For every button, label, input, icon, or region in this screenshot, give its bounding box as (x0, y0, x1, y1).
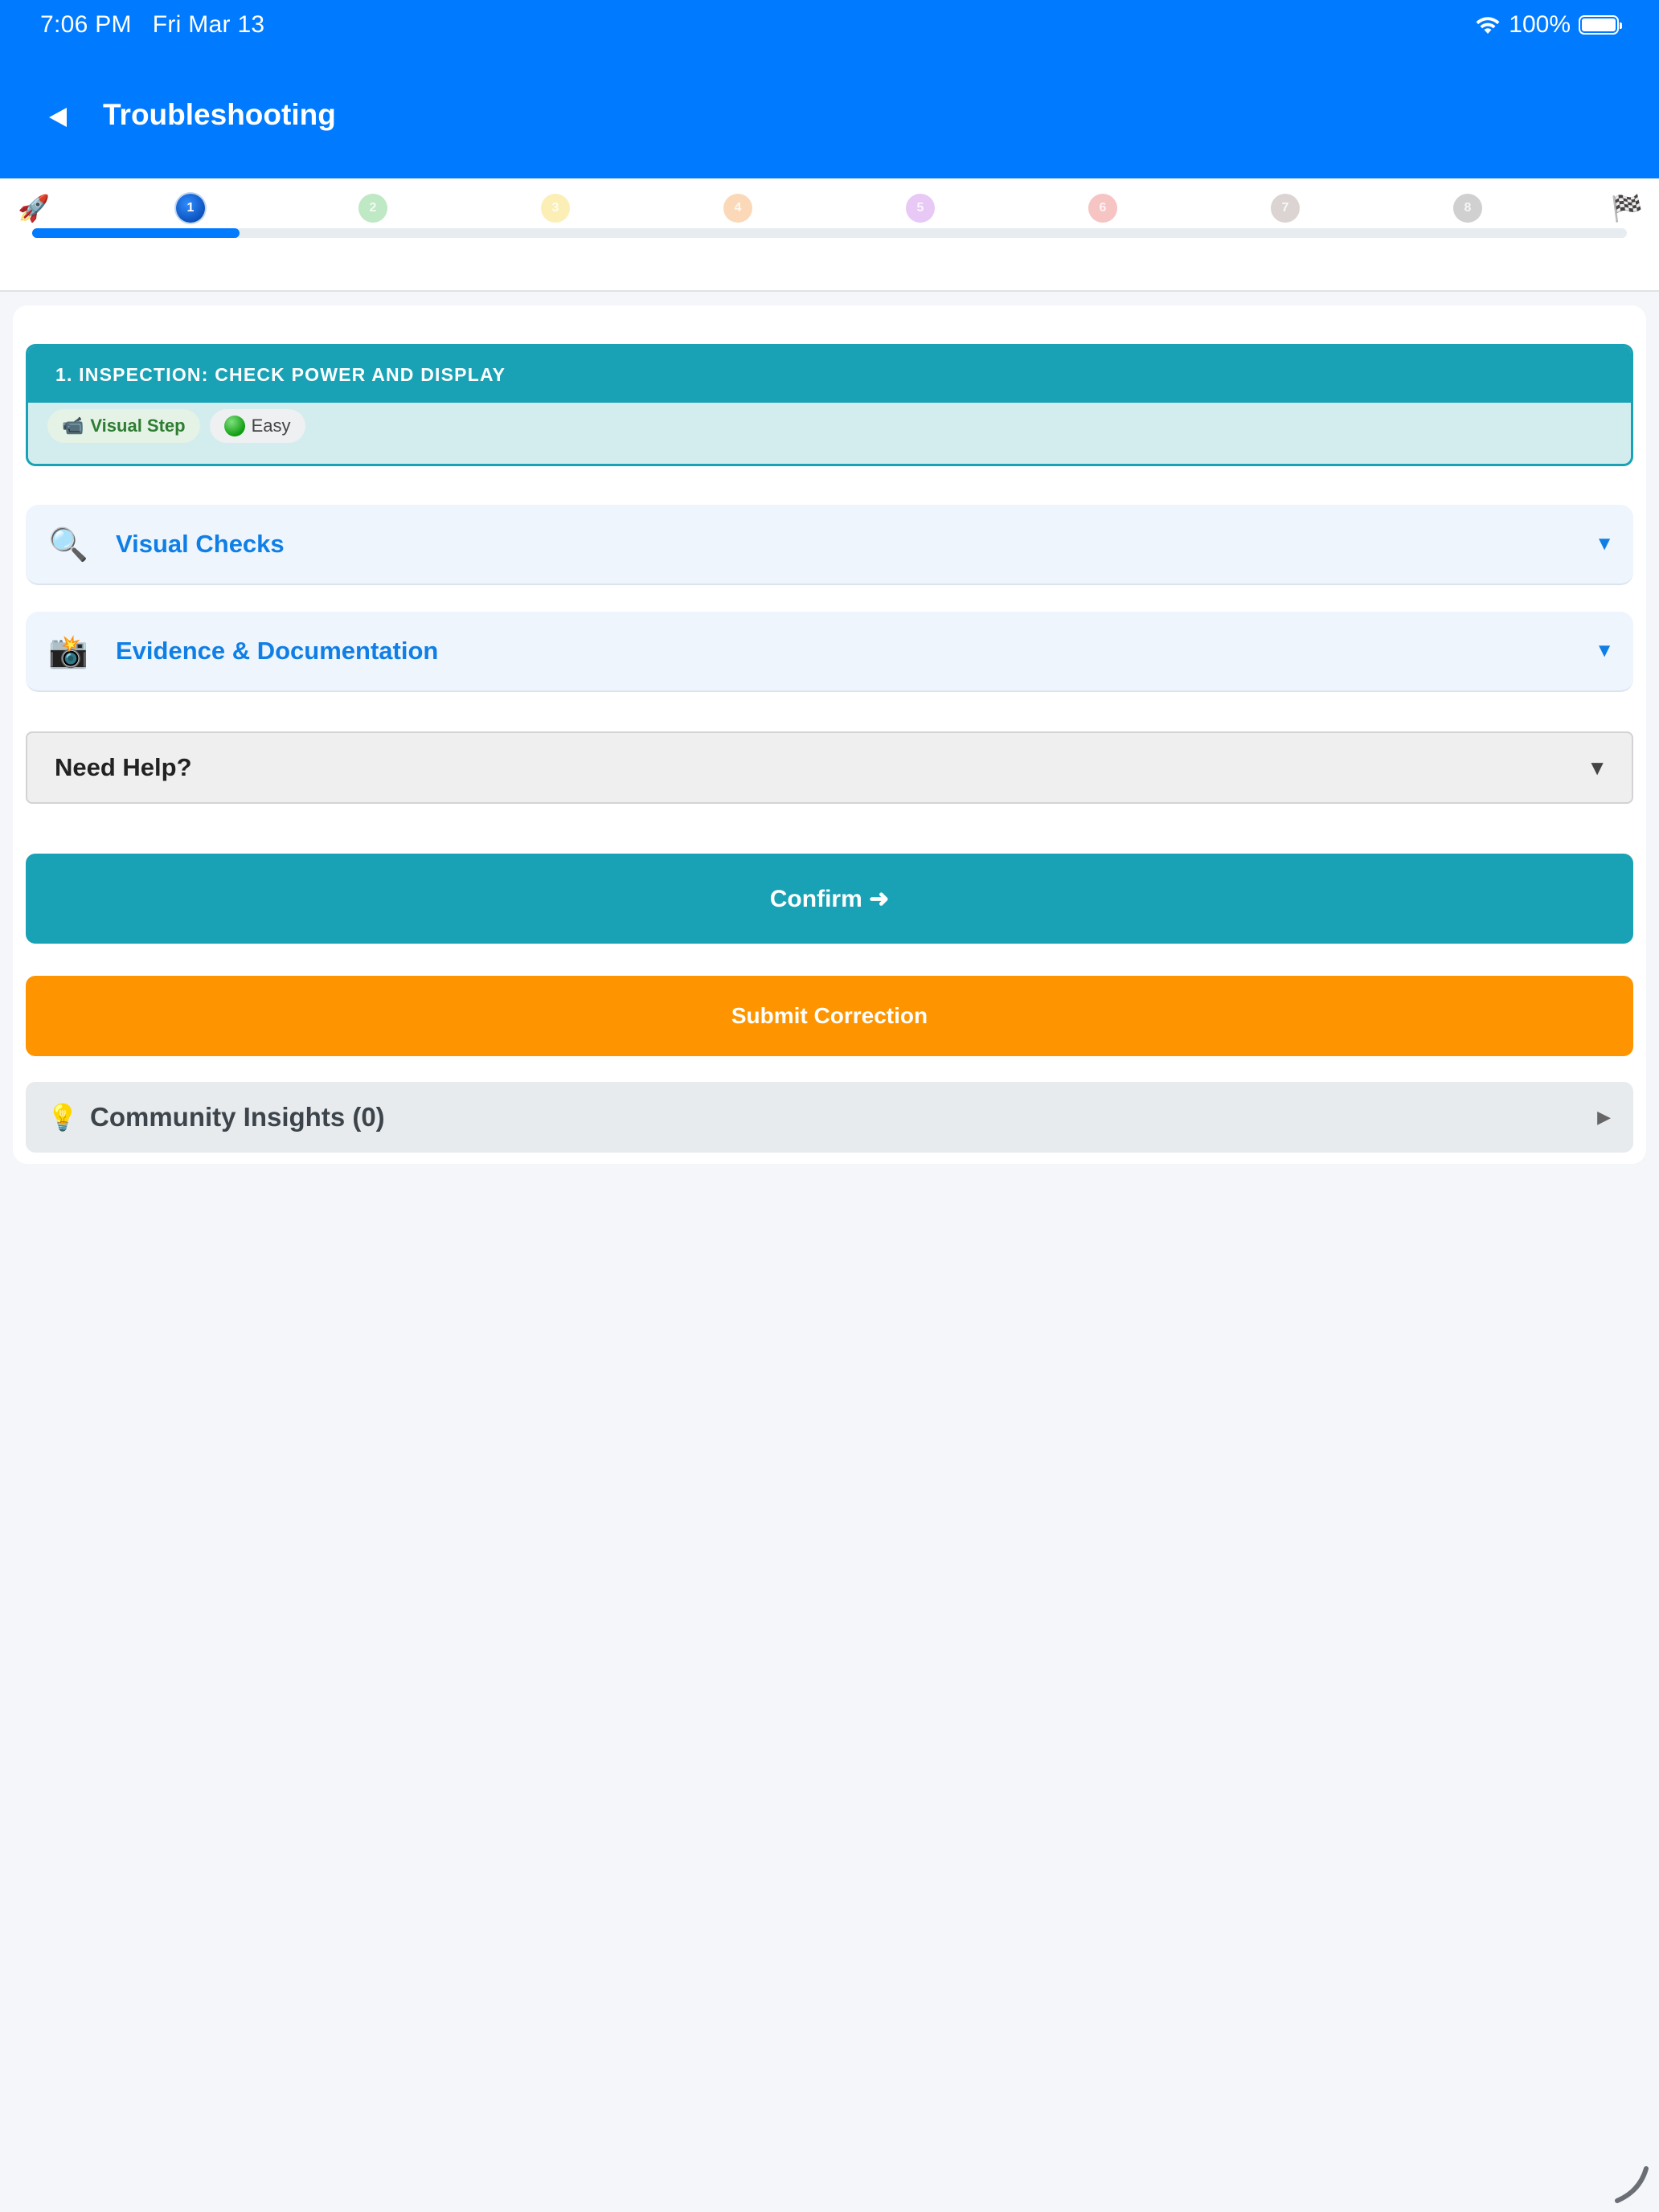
need-help-dropdown[interactable]: Need Help? ▼ (26, 731, 1633, 804)
step-dot-6[interactable]: 6 (1088, 194, 1117, 223)
step-dot-7[interactable]: 7 (1271, 194, 1300, 223)
status-time: 7:06 PM Fri Mar 13 (40, 11, 264, 39)
step-header: 1. INSPECTION: CHECK POWER AND DISPLAY 📹… (26, 344, 1633, 466)
battery-percent: 100% (1509, 11, 1571, 38)
chevron-right-icon: ▶ (1597, 1107, 1611, 1127)
status-indicators: 100% (1475, 11, 1622, 39)
step-badges: 📹 Visual Step Easy (28, 403, 1631, 443)
difficulty-badge: Easy (209, 409, 305, 443)
step-dot-8[interactable]: 8 (1453, 194, 1482, 223)
finish-flag-icon: 🏁 (1611, 194, 1643, 223)
evidence-section[interactable]: 📸 Evidence & Documentation ▼ (26, 612, 1633, 692)
step-progress: 🚀 1 2 3 4 5 6 7 8 🏁 (0, 178, 1659, 292)
camera-flash-icon: 📸 (48, 633, 88, 670)
top-bar: 7:06 PM Fri Mar 13 100% Troubleshooting (0, 0, 1659, 178)
status-date: Fri Mar 13 (152, 11, 265, 38)
progress-fill (32, 228, 240, 238)
magnifier-icon: 🔍 (48, 526, 88, 563)
progress-track (32, 228, 1627, 238)
evidence-label: Evidence & Documentation (116, 637, 439, 665)
wifi-icon (1476, 17, 1500, 34)
step-title: 1. INSPECTION: CHECK POWER AND DISPLAY (28, 346, 1631, 403)
community-insights-label: Community Insights (0) (90, 1102, 385, 1132)
visual-step-label: Visual Step (90, 416, 186, 436)
rocket-icon: 🚀 (18, 194, 50, 223)
confirm-button[interactable]: Confirm ➜ (26, 854, 1633, 944)
video-camera-icon: 📹 (62, 416, 84, 436)
step-dot-3[interactable]: 3 (541, 194, 570, 223)
step-card: 1. INSPECTION: CHECK POWER AND DISPLAY 📹… (13, 305, 1646, 1164)
difficulty-label: Easy (251, 416, 291, 436)
visual-step-badge: 📹 Visual Step (47, 409, 200, 443)
page-title: Troubleshooting (103, 98, 336, 131)
visual-checks-section[interactable]: 🔍 Visual Checks ▼ (26, 505, 1633, 585)
battery-icon (1579, 15, 1622, 35)
step-dot-1[interactable]: 1 (176, 194, 205, 223)
step-dot-5[interactable]: 5 (906, 194, 935, 223)
need-help-label: Need Help? (55, 753, 192, 781)
chevron-down-icon: ▼ (1595, 533, 1614, 555)
status-clock: 7:06 PM (40, 11, 132, 38)
step-dot-2[interactable]: 2 (358, 194, 387, 223)
chevron-down-icon: ▼ (1587, 755, 1608, 780)
step-dot-4[interactable]: 4 (723, 194, 752, 223)
resize-handle-icon[interactable] (1611, 2162, 1651, 2204)
back-arrow-icon (49, 108, 67, 127)
lightbulb-icon: 💡 (47, 1103, 79, 1132)
visual-checks-label: Visual Checks (116, 530, 285, 558)
submit-correction-button[interactable]: Submit Correction (26, 976, 1633, 1056)
back-button[interactable] (42, 101, 74, 133)
community-insights-section[interactable]: 💡 Community Insights (0) ▶ (26, 1082, 1633, 1153)
green-circle-icon (223, 416, 245, 436)
chevron-down-icon: ▼ (1595, 640, 1614, 662)
